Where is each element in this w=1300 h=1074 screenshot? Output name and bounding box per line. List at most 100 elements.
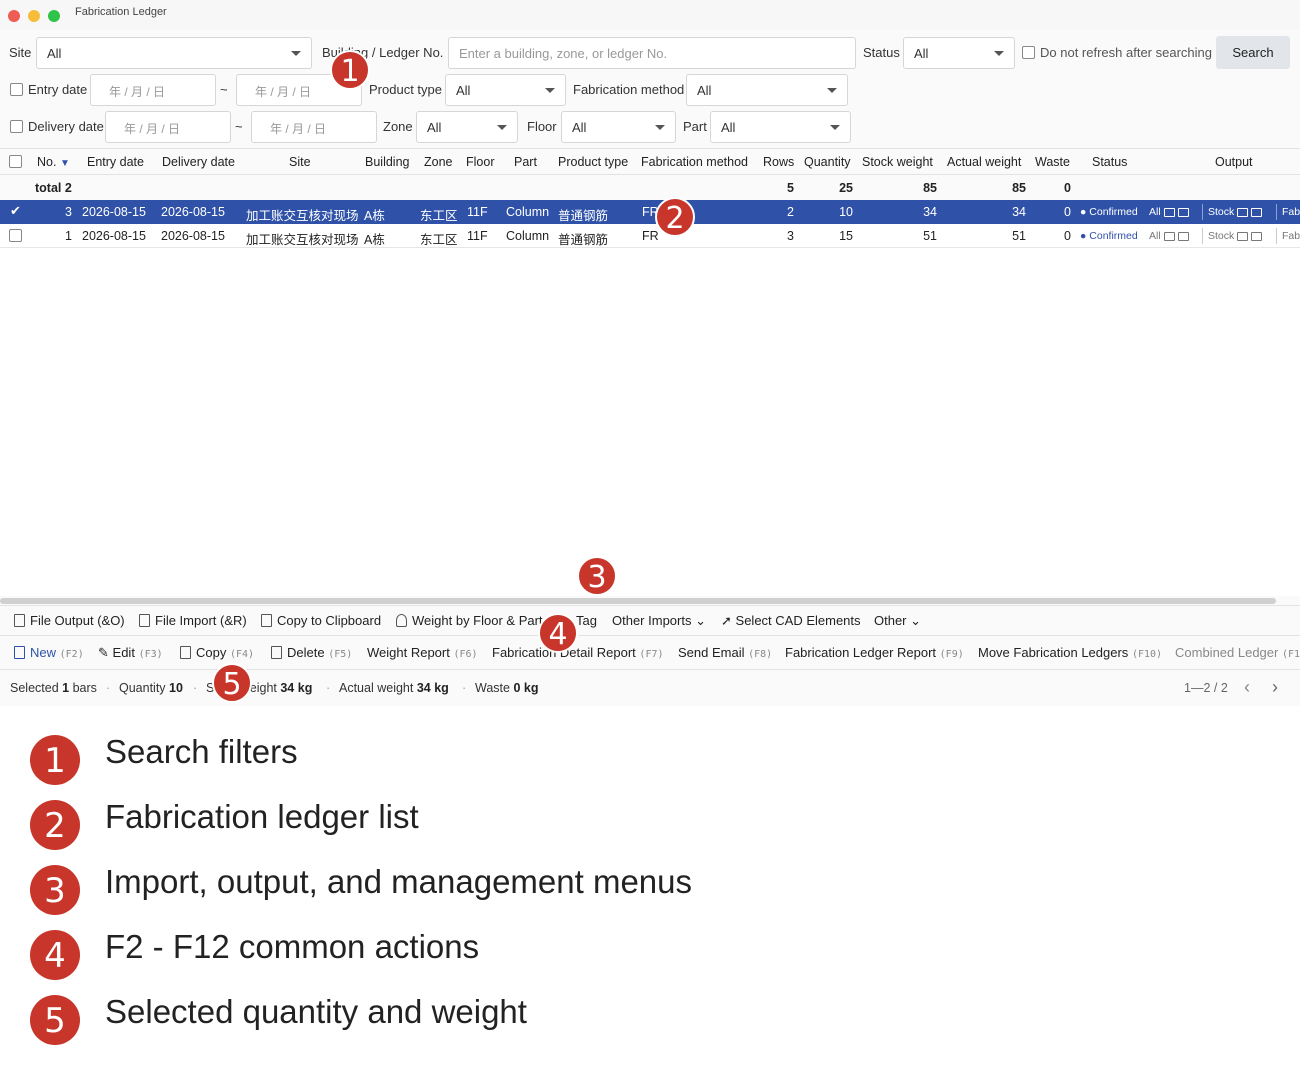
delivery-date-from-input[interactable]: 年 / 月 / 日 [105,111,231,143]
file-output-menu[interactable]: File Output (&O) [14,613,125,628]
col-part[interactable]: Part [514,155,537,169]
pencil-icon: ✎ [98,645,109,660]
mail-icon[interactable] [1177,207,1189,217]
col-status[interactable]: Status [1092,155,1127,169]
col-no[interactable]: No. ▼ [37,155,70,169]
combined-ledger-button[interactable]: Combined Ledger (F1 [1175,645,1300,660]
weight-report-button[interactable]: Weight Report (F6) [367,645,478,660]
product-type-select[interactable]: All [445,74,566,106]
status-divider: · [326,681,331,695]
prev-page-button[interactable]: ‹ [1244,677,1250,698]
no-refresh-checkbox[interactable] [1022,46,1035,59]
row-checked-icon[interactable]: ✔ [10,203,21,219]
col-site[interactable]: Site [289,155,311,169]
col-building[interactable]: Building [365,155,409,169]
site-select[interactable]: All [36,37,312,69]
table-row[interactable]: ✔ 3 2026-08-15 2026-08-15 加工账交互核对现场 A栋 东… [0,200,1300,224]
row-stock-weight: 51 [923,229,937,243]
col-zone[interactable]: Zone [424,155,453,169]
row-output-all[interactable]: All [1149,230,1189,242]
part-select[interactable]: All [710,111,851,143]
col-fab-method[interactable]: Fabrication method [641,155,748,169]
col-entry-date[interactable]: Entry date [87,155,144,169]
mail-icon[interactable] [1251,207,1263,217]
status-label: Status [863,45,900,60]
file-import-menu[interactable]: File Import (&R) [139,613,247,628]
row-output-fab[interactable]: Fab [1282,206,1300,218]
col-output[interactable]: Output [1215,155,1253,169]
row-output-stock[interactable]: Stock [1208,230,1263,242]
pagination-text: 1—2 / 2 [1184,681,1228,695]
new-button[interactable]: New (F2) [14,645,84,660]
row-output-stock[interactable]: Stock [1208,206,1263,218]
delivery-date-checkbox[interactable] [10,120,23,133]
selected-count: Selected 1 bars [10,681,97,695]
col-floor[interactable]: Floor [466,155,494,169]
horizontal-scrollbar[interactable] [0,598,1276,604]
col-actual-weight[interactable]: Actual weight [947,155,1021,169]
table-row[interactable]: 1 2026-08-15 2026-08-15 加工账交互核对现场 A栋 东工区… [0,224,1300,248]
copy-clipboard-menu[interactable]: Copy to Clipboard [261,613,381,628]
minimize-window-button[interactable] [28,10,40,22]
next-page-button[interactable]: › [1272,677,1278,698]
row-checkbox[interactable] [9,229,22,242]
row-output-fab[interactable]: Fab [1282,230,1300,242]
search-button[interactable]: Search [1216,36,1290,69]
chevron-down-icon [655,125,665,130]
col-stock-weight[interactable]: Stock weight [862,155,933,169]
row-stock-weight: 34 [923,205,937,219]
sort-desc-icon: ▼ [59,158,70,169]
col-waste[interactable]: Waste [1035,155,1070,169]
select-all-checkbox[interactable] [9,155,22,168]
detail-report-button[interactable]: Fabrication Detail Report (F7) [492,645,664,660]
select-cad-menu[interactable]: ➚ Select CAD Elements [721,613,861,629]
trash-icon [271,646,282,659]
mail-icon[interactable] [1177,231,1189,241]
edit-button[interactable]: ✎ Edit (F3) [98,645,163,661]
maximize-window-button[interactable] [48,10,60,22]
entry-date-checkbox[interactable] [10,83,23,96]
print-icon[interactable] [1163,207,1175,217]
row-output-all[interactable]: All [1149,206,1189,218]
fab-method-value: All [697,83,712,98]
weight-floor-part-menu[interactable]: Weight by Floor & Part [396,613,543,628]
print-icon[interactable] [1163,231,1175,241]
print-icon[interactable] [1237,231,1249,241]
col-quantity[interactable]: Quantity [804,155,851,169]
entry-date-label: Entry date [28,82,88,97]
delivery-date-label: Delivery date [28,119,104,134]
chevron-down-icon: ⌄ [695,613,706,628]
mail-icon[interactable] [1251,231,1263,241]
chevron-down-icon [497,125,507,130]
col-product-type[interactable]: Product type [558,155,628,169]
total-waste: 0 [1064,181,1071,195]
tag-menu[interactable]: Tag [576,613,597,628]
close-window-button[interactable] [8,10,20,22]
col-delivery-date[interactable]: Delivery date [162,155,235,169]
total-stock-weight: 85 [923,181,937,195]
col-rows[interactable]: Rows [763,155,794,169]
delete-button[interactable]: Delete (F5) [271,645,352,660]
row-building: A栋 [364,233,385,247]
row-rows: 2 [787,205,794,219]
fab-method-select[interactable]: All [686,74,848,106]
legend-text-4: F2 - F12 common actions [105,928,480,965]
other-imports-menu[interactable]: Other Imports ⌄ [612,613,706,629]
move-ledgers-button[interactable]: Move Fabrication Ledgers (F10) [978,645,1162,660]
other-menu[interactable]: Other ⌄ [874,613,921,629]
entry-date-from-input[interactable]: 年 / 月 / 日 [90,74,216,106]
print-icon[interactable] [1237,207,1249,217]
app-panel: Site All Building / Ledger No. Enter a b… [0,30,1300,706]
ledger-search-input[interactable]: Enter a building, zone, or ledger No. [448,37,856,69]
ledger-report-button[interactable]: Fabrication Ledger Report (F9) [785,645,964,660]
status-select[interactable]: All [903,37,1015,69]
copy-button[interactable]: Copy (F4) [180,645,254,660]
send-email-button[interactable]: Send Email (F8) [678,645,772,660]
floor-select[interactable]: All [561,111,676,143]
row-part: Column [506,229,550,243]
product-type-value: All [456,83,471,98]
total-rows: 5 [787,181,794,195]
chevron-down-icon [827,88,837,93]
delivery-date-to-input[interactable]: 年 / 月 / 日 [251,111,377,143]
zone-select[interactable]: All [416,111,518,143]
